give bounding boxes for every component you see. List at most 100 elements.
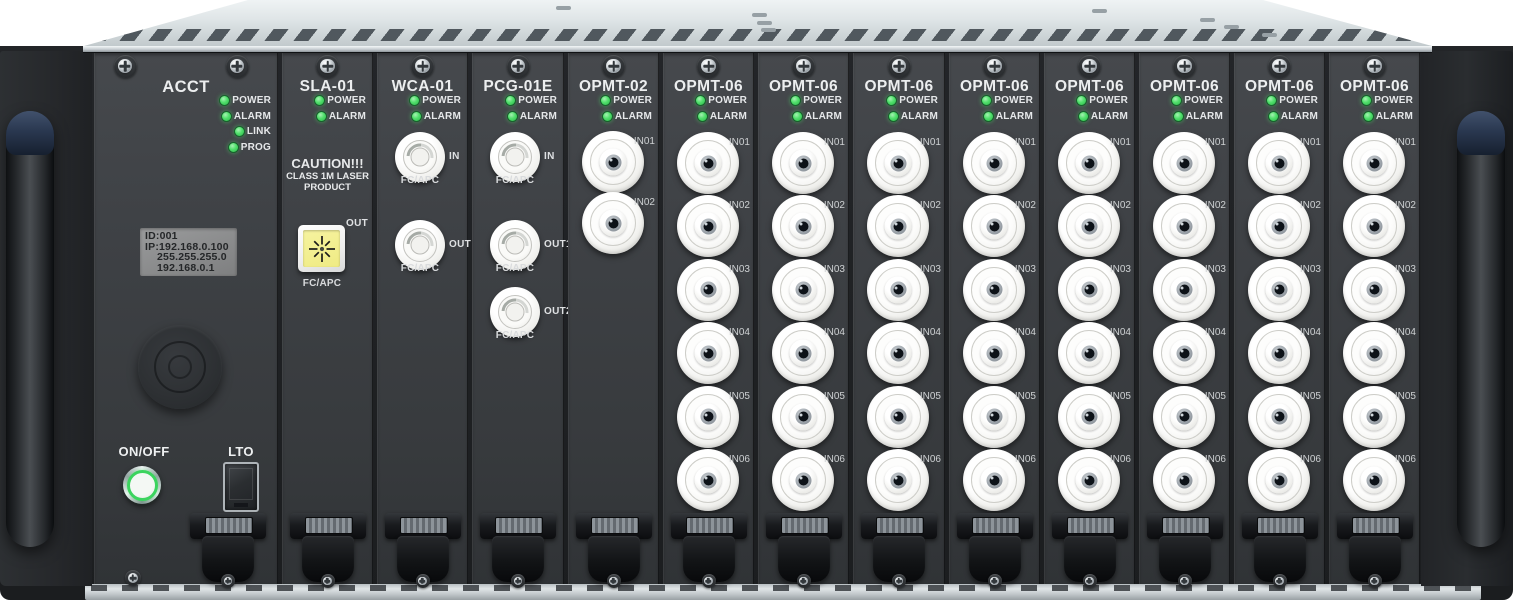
ejector-latch[interactable]	[190, 513, 266, 600]
led-alarm-indicator	[697, 111, 708, 122]
connector-ferrule	[986, 409, 1002, 425]
rack-handle-left[interactable]	[6, 111, 54, 547]
connector-ferrule	[890, 409, 906, 425]
latch-screw	[511, 574, 525, 588]
led-label: POWER	[232, 95, 271, 106]
ferrule-core	[1084, 221, 1094, 231]
latch-grip-pad	[781, 517, 829, 534]
rack-handle-right[interactable]	[1457, 111, 1505, 547]
ferrule-core	[989, 285, 999, 295]
ferrule-highlight	[705, 286, 708, 289]
ferrule-highlight	[1086, 223, 1089, 226]
port-out-label: OUT	[346, 219, 368, 229]
led-power: POWER	[505, 93, 557, 109]
connector-hub	[600, 149, 627, 176]
ferrule-highlight	[1181, 413, 1184, 416]
led-alarm-indicator	[221, 111, 232, 122]
ejector-latch[interactable]	[957, 513, 1033, 600]
ferrule-core	[608, 218, 618, 228]
screw-head	[799, 577, 808, 586]
ejector-latch[interactable]	[1052, 513, 1128, 600]
connector-hub	[1266, 150, 1293, 177]
ejector-latch[interactable]	[861, 513, 937, 600]
latch-grip-pad	[1257, 517, 1305, 534]
captive-screw-top	[1173, 55, 1196, 78]
input-in04-label: IN04	[1395, 328, 1416, 338]
ejector-latch[interactable]	[671, 513, 747, 600]
connector-type-label: FC/APC	[287, 278, 357, 289]
input-in01-label: IN01	[1015, 138, 1036, 148]
led-label: POWER	[1374, 95, 1413, 106]
led-power: POWER	[600, 93, 652, 109]
connector-ferrule	[1081, 282, 1097, 298]
connector-hub	[981, 340, 1008, 367]
lto-sfp-port[interactable]	[223, 462, 259, 512]
on-off-button[interactable]	[123, 466, 161, 504]
captive-screw-top	[602, 55, 625, 78]
connector-ferrule	[1366, 282, 1382, 298]
port-in-label: IN	[449, 152, 460, 162]
ejector-latch[interactable]	[1242, 513, 1318, 600]
input-in02-label: IN02	[1395, 201, 1416, 211]
ferrule-highlight	[895, 286, 898, 289]
ejector-latch[interactable]	[1337, 513, 1413, 600]
captive-screw-bottom-left	[125, 570, 141, 586]
screw-head	[118, 59, 133, 74]
connector-ferrule	[1081, 472, 1097, 488]
connector-hub	[695, 403, 722, 430]
connector-hub	[695, 150, 722, 177]
input-in05-label: IN05	[824, 392, 845, 402]
input-in01-label: IN01	[1205, 138, 1226, 148]
input-in05-label: IN05	[1395, 392, 1416, 402]
captive-screw-top	[792, 55, 815, 78]
ejector-latch[interactable]	[290, 513, 366, 600]
connector-ferrule	[890, 282, 906, 298]
input-in01-label: IN01	[1300, 138, 1321, 148]
ejector-latch[interactable]	[480, 513, 556, 600]
ejector-latch[interactable]	[1147, 513, 1223, 600]
latch-screw	[988, 574, 1002, 588]
latch-screw	[1083, 574, 1097, 588]
connector-hub	[1361, 276, 1388, 303]
latch-screw	[1273, 574, 1287, 588]
input-in06-label: IN06	[1015, 455, 1036, 465]
laser-radiation-icon	[307, 234, 337, 264]
ejector-latch[interactable]	[576, 513, 652, 600]
captive-screw-top-right	[226, 55, 249, 78]
led-label: POWER	[994, 95, 1033, 106]
jog-knob[interactable]	[138, 325, 222, 409]
ejector-latch[interactable]	[766, 513, 842, 600]
module-opmt-06-3: OPMT-06POWERALARMIN01IN02IN03IN04IN05IN0…	[853, 53, 945, 584]
input-in04-label: IN04	[1300, 328, 1321, 338]
led-power-indicator	[1361, 95, 1372, 106]
laser-aperture[interactable]	[298, 225, 345, 272]
led-label: POWER	[899, 95, 938, 106]
led-alarm: ALARM	[983, 109, 1033, 125]
led-power: POWER	[1361, 93, 1413, 109]
connector-ferrule	[1176, 472, 1192, 488]
led-panel: POWERALARM	[314, 93, 366, 124]
connector-ferrule	[795, 472, 811, 488]
ferrule-core	[1274, 285, 1284, 295]
connector-hub	[1076, 213, 1103, 240]
led-panel: POWERALARM	[1266, 93, 1318, 124]
connector-hub	[1171, 340, 1198, 367]
connector-ferrule	[1081, 409, 1097, 425]
screw-head	[990, 577, 999, 586]
connector-ferrule	[700, 472, 716, 488]
screw-head	[320, 59, 335, 74]
connector-ferrule	[1176, 155, 1192, 171]
connector-hub	[695, 213, 722, 240]
led-alarm: ALARM	[1268, 109, 1318, 125]
led-label: ALARM	[615, 111, 652, 122]
connector-ferrule	[795, 155, 811, 171]
ferrule-highlight	[1276, 286, 1279, 289]
connector-hub	[1171, 467, 1198, 494]
led-alarm: ALARM	[1078, 109, 1128, 125]
captive-screw-top	[697, 55, 720, 78]
connector-ferrule	[1271, 409, 1287, 425]
ejector-latch[interactable]	[385, 513, 461, 600]
led-label: POWER	[422, 95, 461, 106]
module-opmt-02: OPMT-02POWERALARMIN01IN02	[568, 53, 659, 584]
ferrule-highlight	[1371, 286, 1374, 289]
